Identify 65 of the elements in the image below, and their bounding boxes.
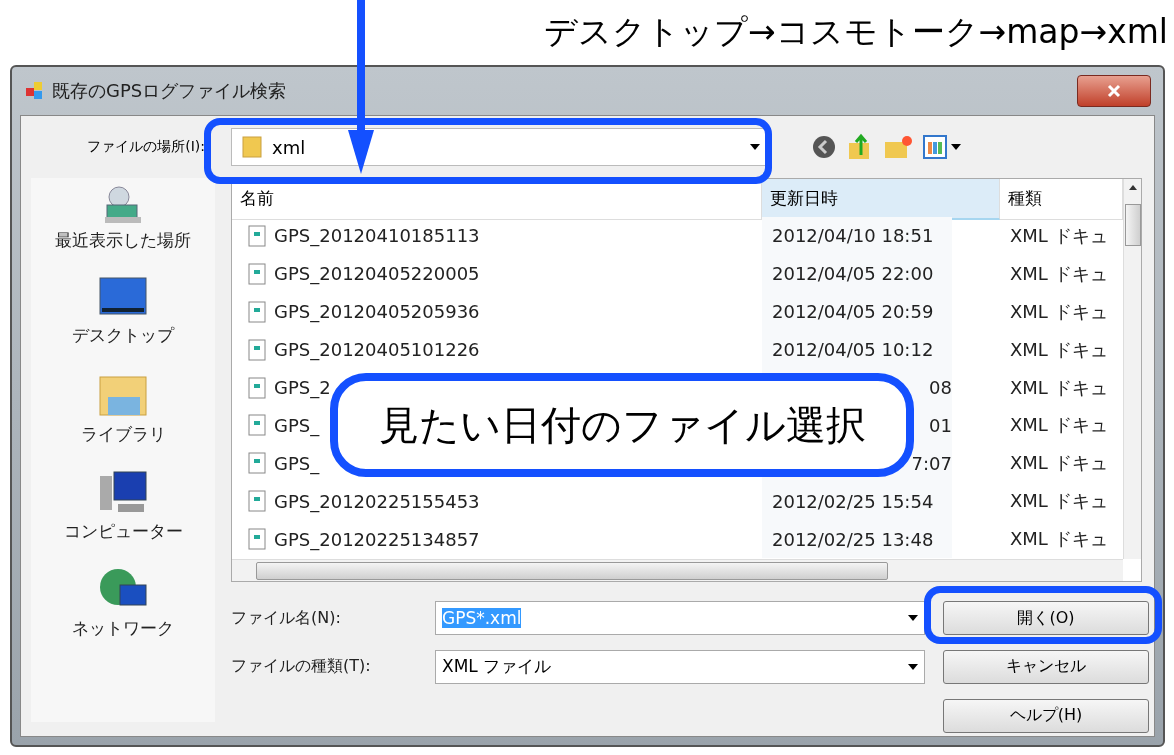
- column-header[interactable]: 名前: [232, 179, 762, 220]
- document-icon: [248, 414, 266, 437]
- file-name[interactable]: GPS_20120405220005: [274, 263, 480, 285]
- vertical-scrollbar[interactable]: [1123, 179, 1141, 559]
- horizontal-scrollbar[interactable]: [232, 559, 1123, 581]
- file-type: XML ドキュ: [1009, 451, 1109, 476]
- document-icon: [248, 262, 266, 285]
- close-button[interactable]: [1077, 75, 1151, 107]
- file-name[interactable]: GPS_20120405205936: [274, 301, 480, 323]
- file-type: XML ドキュ: [1009, 261, 1109, 286]
- place-item[interactable]: 最近表示した場所: [49, 184, 197, 253]
- scrollbar-thumb[interactable]: [1124, 204, 1141, 246]
- file-name[interactable]: GPS_20120410185113: [274, 225, 480, 247]
- modified-date: 2012/04/10 18:51: [762, 217, 952, 255]
- file-type: XML ドキュ: [1009, 299, 1109, 324]
- app-icon: [26, 82, 44, 100]
- folder-icon: [242, 135, 262, 159]
- file-type: XML ドキュ: [1009, 223, 1109, 248]
- file-name[interactable]: GPS_20120225134857: [274, 528, 480, 550]
- file-type: XML ドキュ: [1009, 413, 1109, 438]
- place-item[interactable]: ライブラリ: [74, 370, 172, 447]
- document-icon: [248, 300, 266, 323]
- file-name[interactable]: GPS_: [274, 414, 320, 436]
- document-icon: [248, 490, 266, 513]
- cancel-button[interactable]: キャンセル: [943, 650, 1149, 684]
- filetype-dropdown[interactable]: XML ファイル: [435, 650, 925, 684]
- file-name[interactable]: GPS_: [274, 452, 320, 474]
- close-icon: [1107, 84, 1121, 98]
- modified-date: 2012/04/05 20:59: [762, 292, 952, 331]
- file-name[interactable]: GPS_2: [274, 377, 331, 398]
- dropdown-caret-icon[interactable]: [750, 144, 760, 150]
- document-icon: [248, 452, 266, 475]
- file-name[interactable]: GPS_20120405101226: [274, 339, 480, 361]
- file-type: XML ドキュ: [1009, 527, 1109, 552]
- document-icon: [248, 338, 266, 361]
- column-header[interactable]: 更新日時: [762, 179, 1000, 220]
- modified-date: 2012/02/25 13:48: [762, 520, 952, 558]
- back-icon[interactable]: [811, 134, 837, 160]
- callout-bubble: 見たい日付のファイル選択: [330, 373, 914, 477]
- modified-date: 2012/04/05 10:12: [762, 330, 952, 369]
- window-title: 既存のGPSログファイル検索: [52, 79, 288, 103]
- open-button[interactable]: 開く(O): [943, 601, 1149, 636]
- scrollbar-thumb[interactable]: [256, 561, 888, 580]
- place-item[interactable]: デスクトップ: [66, 275, 180, 348]
- document-icon: [248, 528, 266, 551]
- modified-date: 2012/02/25 15:54: [762, 482, 952, 521]
- dropdown-caret-icon[interactable]: [908, 664, 918, 670]
- location-label: ファイルの場所(I):: [86, 137, 206, 156]
- help-button[interactable]: ヘルプ(H): [943, 698, 1149, 733]
- place-item[interactable]: コンピューター: [57, 469, 189, 544]
- folder-path-caption: デスクトップ→コスモトーク→map→xml: [543, 11, 1168, 53]
- file-type: XML ドキュ: [1009, 489, 1109, 514]
- modified-date: 2012/04/05 22:00: [762, 254, 952, 293]
- new-folder-icon[interactable]: [883, 134, 913, 160]
- scroll-up-icon[interactable]: [1128, 185, 1137, 190]
- filetype-label: ファイルの種類(T):: [231, 656, 372, 678]
- filename-label: ファイル名(N):: [231, 607, 342, 629]
- document-icon: [248, 224, 266, 247]
- file-type: XML ドキュ: [1009, 337, 1109, 362]
- place-item[interactable]: ネットワーク: [66, 566, 180, 641]
- dropdown-caret-icon[interactable]: [908, 615, 918, 622]
- view-menu-icon[interactable]: [923, 134, 963, 160]
- file-name[interactable]: GPS_20120225155453: [274, 490, 480, 512]
- file-type: XML ドキュ: [1009, 375, 1109, 400]
- document-icon: [248, 376, 266, 399]
